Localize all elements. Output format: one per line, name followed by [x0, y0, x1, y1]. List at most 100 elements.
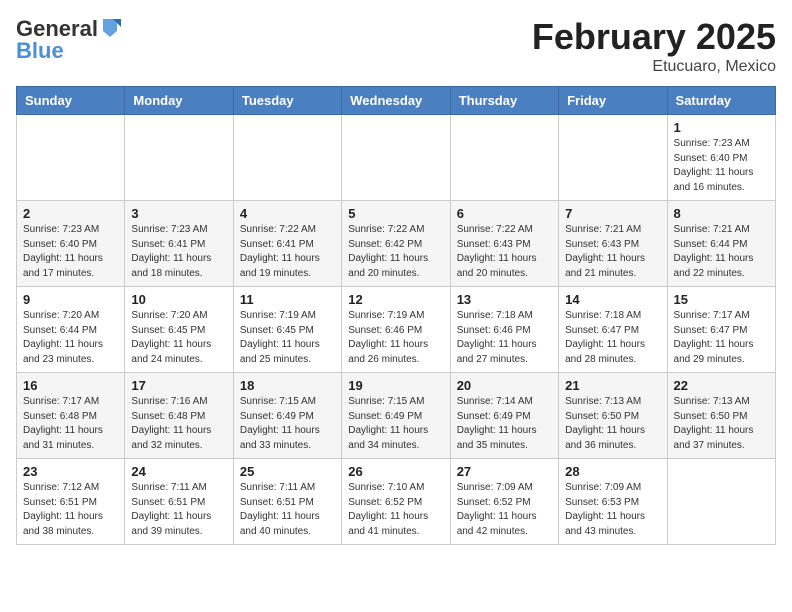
- logo-blue-text: Blue: [16, 38, 64, 64]
- day-info: Sunrise: 7:11 AM Sunset: 6:51 PM Dayligh…: [240, 481, 335, 539]
- day-number: 2: [23, 206, 118, 221]
- calendar-cell: 26 Sunrise: 7:10 AM Sunset: 6:52 PM Dayli…: [342, 459, 450, 545]
- day-info: Sunrise: 7:22 AM Sunset: 6:42 PM Dayligh…: [348, 223, 443, 281]
- day-info: Sunrise: 7:12 AM Sunset: 6:51 PM Dayligh…: [23, 481, 118, 539]
- calendar-cell: 9 Sunrise: 7:20 AM Sunset: 6:44 PM Daylig…: [17, 287, 125, 373]
- day-number: 23: [23, 464, 118, 479]
- day-number: 28: [565, 464, 660, 479]
- calendar-week-row: 9 Sunrise: 7:20 AM Sunset: 6:44 PM Daylig…: [17, 287, 776, 373]
- title-block: February 2025 Etucuaro, Mexico: [532, 16, 776, 76]
- day-number: 21: [565, 378, 660, 393]
- calendar-cell: 1 Sunrise: 7:23 AM Sunset: 6:40 PM Daylig…: [667, 115, 775, 201]
- calendar-cell: [342, 115, 450, 201]
- day-info: Sunrise: 7:14 AM Sunset: 6:49 PM Dayligh…: [457, 395, 552, 453]
- calendar-cell: 20 Sunrise: 7:14 AM Sunset: 6:49 PM Dayli…: [450, 373, 558, 459]
- month-title: February 2025: [532, 16, 776, 58]
- day-info: Sunrise: 7:21 AM Sunset: 6:43 PM Dayligh…: [565, 223, 660, 281]
- calendar-day-header: Tuesday: [233, 87, 341, 115]
- calendar-cell: 7 Sunrise: 7:21 AM Sunset: 6:43 PM Daylig…: [559, 201, 667, 287]
- day-number: 4: [240, 206, 335, 221]
- day-info: Sunrise: 7:22 AM Sunset: 6:43 PM Dayligh…: [457, 223, 552, 281]
- day-info: Sunrise: 7:23 AM Sunset: 6:41 PM Dayligh…: [131, 223, 226, 281]
- calendar-cell: 27 Sunrise: 7:09 AM Sunset: 6:52 PM Dayli…: [450, 459, 558, 545]
- day-info: Sunrise: 7:15 AM Sunset: 6:49 PM Dayligh…: [348, 395, 443, 453]
- day-info: Sunrise: 7:09 AM Sunset: 6:52 PM Dayligh…: [457, 481, 552, 539]
- day-info: Sunrise: 7:20 AM Sunset: 6:44 PM Dayligh…: [23, 309, 118, 367]
- calendar-cell: [559, 115, 667, 201]
- calendar-cell: 19 Sunrise: 7:15 AM Sunset: 6:49 PM Dayli…: [342, 373, 450, 459]
- calendar-week-row: 16 Sunrise: 7:17 AM Sunset: 6:48 PM Dayli…: [17, 373, 776, 459]
- day-number: 12: [348, 292, 443, 307]
- day-number: 19: [348, 378, 443, 393]
- day-info: Sunrise: 7:13 AM Sunset: 6:50 PM Dayligh…: [565, 395, 660, 453]
- day-info: Sunrise: 7:13 AM Sunset: 6:50 PM Dayligh…: [674, 395, 769, 453]
- calendar-cell: 10Sunrise: 7:20 AM Sunset: 6:45 PM Dayli…: [125, 287, 233, 373]
- day-number: 1: [674, 120, 769, 135]
- day-info: Sunrise: 7:23 AM Sunset: 6:40 PM Dayligh…: [23, 223, 118, 281]
- day-number: 27: [457, 464, 552, 479]
- calendar-cell: 11Sunrise: 7:19 AM Sunset: 6:45 PM Dayli…: [233, 287, 341, 373]
- location-title: Etucuaro, Mexico: [532, 58, 776, 76]
- calendar-cell: 15 Sunrise: 7:17 AM Sunset: 6:47 PM Dayli…: [667, 287, 775, 373]
- calendar-cell: 14 Sunrise: 7:18 AM Sunset: 6:47 PM Dayli…: [559, 287, 667, 373]
- day-number: 25: [240, 464, 335, 479]
- day-info: Sunrise: 7:18 AM Sunset: 6:46 PM Dayligh…: [457, 309, 552, 367]
- day-number: 13: [457, 292, 552, 307]
- day-info: Sunrise: 7:18 AM Sunset: 6:47 PM Dayligh…: [565, 309, 660, 367]
- day-number: 7: [565, 206, 660, 221]
- calendar-cell: 23 Sunrise: 7:12 AM Sunset: 6:51 PM Dayli…: [17, 459, 125, 545]
- calendar-day-header: Saturday: [667, 87, 775, 115]
- calendar-cell: [125, 115, 233, 201]
- logo: General Blue: [16, 16, 121, 64]
- page-header: General Blue February 2025 Etucuaro, Mex…: [16, 16, 776, 76]
- calendar-week-row: 2 Sunrise: 7:23 AM Sunset: 6:40 PM Daylig…: [17, 201, 776, 287]
- calendar-day-header: Friday: [559, 87, 667, 115]
- calendar-cell: 18 Sunrise: 7:15 AM Sunset: 6:49 PM Dayli…: [233, 373, 341, 459]
- day-number: 14: [565, 292, 660, 307]
- day-number: 8: [674, 206, 769, 221]
- day-number: 20: [457, 378, 552, 393]
- day-info: Sunrise: 7:23 AM Sunset: 6:40 PM Dayligh…: [674, 137, 769, 195]
- day-number: 26: [348, 464, 443, 479]
- calendar-cell: 21 Sunrise: 7:13 AM Sunset: 6:50 PM Dayli…: [559, 373, 667, 459]
- calendar-header-row: SundayMondayTuesdayWednesdayThursdayFrid…: [17, 87, 776, 115]
- calendar-cell: [667, 459, 775, 545]
- day-info: Sunrise: 7:11 AM Sunset: 6:51 PM Dayligh…: [131, 481, 226, 539]
- calendar-cell: 4 Sunrise: 7:22 AM Sunset: 6:41 PM Daylig…: [233, 201, 341, 287]
- calendar-day-header: Monday: [125, 87, 233, 115]
- calendar-cell: 25 Sunrise: 7:11 AM Sunset: 6:51 PM Dayli…: [233, 459, 341, 545]
- day-info: Sunrise: 7:16 AM Sunset: 6:48 PM Dayligh…: [131, 395, 226, 453]
- calendar-cell: 12 Sunrise: 7:19 AM Sunset: 6:46 PM Dayli…: [342, 287, 450, 373]
- calendar-cell: 5 Sunrise: 7:22 AM Sunset: 6:42 PM Daylig…: [342, 201, 450, 287]
- calendar-table: SundayMondayTuesdayWednesdayThursdayFrid…: [16, 86, 776, 545]
- day-info: Sunrise: 7:22 AM Sunset: 6:41 PM Dayligh…: [240, 223, 335, 281]
- calendar-cell: 2 Sunrise: 7:23 AM Sunset: 6:40 PM Daylig…: [17, 201, 125, 287]
- day-number: 16: [23, 378, 118, 393]
- day-info: Sunrise: 7:19 AM Sunset: 6:46 PM Dayligh…: [348, 309, 443, 367]
- calendar-day-header: Sunday: [17, 87, 125, 115]
- day-number: 9: [23, 292, 118, 307]
- day-info: Sunrise: 7:17 AM Sunset: 6:47 PM Dayligh…: [674, 309, 769, 367]
- day-number: 15: [674, 292, 769, 307]
- calendar-week-row: 23 Sunrise: 7:12 AM Sunset: 6:51 PM Dayli…: [17, 459, 776, 545]
- calendar-cell: 17 Sunrise: 7:16 AM Sunset: 6:48 PM Dayli…: [125, 373, 233, 459]
- calendar-cell: 28 Sunrise: 7:09 AM Sunset: 6:53 PM Dayli…: [559, 459, 667, 545]
- calendar-cell: [450, 115, 558, 201]
- calendar-day-header: Wednesday: [342, 87, 450, 115]
- calendar-cell: 13 Sunrise: 7:18 AM Sunset: 6:46 PM Dayli…: [450, 287, 558, 373]
- day-number: 18: [240, 378, 335, 393]
- day-info: Sunrise: 7:09 AM Sunset: 6:53 PM Dayligh…: [565, 481, 660, 539]
- day-info: Sunrise: 7:17 AM Sunset: 6:48 PM Dayligh…: [23, 395, 118, 453]
- calendar-day-header: Thursday: [450, 87, 558, 115]
- day-number: 22: [674, 378, 769, 393]
- calendar-week-row: 1 Sunrise: 7:23 AM Sunset: 6:40 PM Daylig…: [17, 115, 776, 201]
- day-number: 17: [131, 378, 226, 393]
- calendar-cell: [17, 115, 125, 201]
- day-info: Sunrise: 7:10 AM Sunset: 6:52 PM Dayligh…: [348, 481, 443, 539]
- calendar-cell: 16 Sunrise: 7:17 AM Sunset: 6:48 PM Dayli…: [17, 373, 125, 459]
- day-info: Sunrise: 7:20 AM Sunset: 6:45 PM Dayligh…: [131, 309, 226, 367]
- calendar-cell: [233, 115, 341, 201]
- day-info: Sunrise: 7:19 AM Sunset: 6:45 PM Dayligh…: [240, 309, 335, 367]
- day-info: Sunrise: 7:15 AM Sunset: 6:49 PM Dayligh…: [240, 395, 335, 453]
- day-number: 5: [348, 206, 443, 221]
